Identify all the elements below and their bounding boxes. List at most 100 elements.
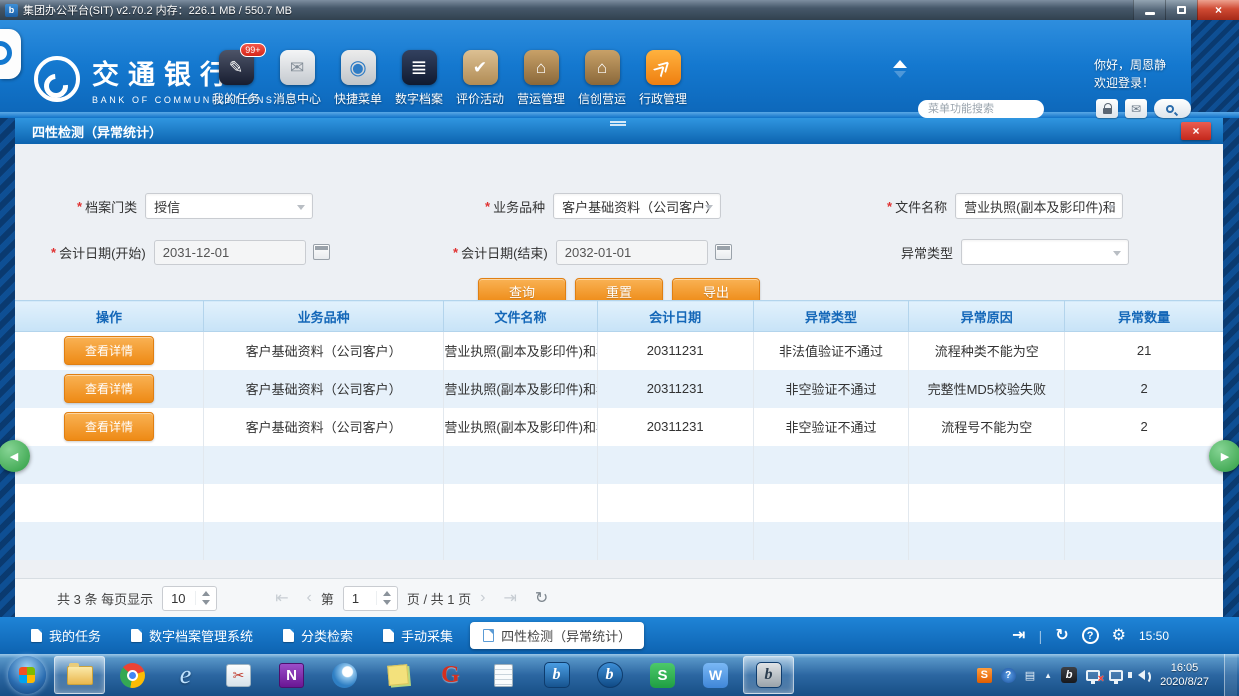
nav-item-digital-archive[interactable]: ≣ 数字档案 (395, 50, 443, 107)
window-close-button[interactable]: × (1197, 0, 1239, 20)
taskbar-w-app[interactable]: W (690, 656, 741, 694)
greeting-line1: 你好，周恩静 (1094, 56, 1166, 74)
refresh-icon[interactable]: ↻ (1055, 628, 1068, 644)
page-spin[interactable] (376, 591, 397, 605)
taskbar-sticky-notes[interactable] (372, 656, 423, 694)
view-detail-button[interactable]: 查看详情 (64, 336, 154, 365)
empty-cell (15, 522, 203, 560)
prev-page-button[interactable]: ‹ (306, 589, 311, 607)
scroll-right-button[interactable]: ▶ (1209, 440, 1239, 472)
system-clock[interactable]: 16:05 2020/8/27 (1160, 661, 1209, 689)
table-row: 查看详情 客户基础资料（公司客户） 营业执照(副本及影印件)和年> 203112… (15, 332, 1223, 370)
refresh-table-button[interactable]: ↻ (535, 588, 548, 608)
nav-item-quick-menu[interactable]: ◉ 快捷菜单 (334, 50, 382, 107)
view-detail-button[interactable]: 查看详情 (64, 412, 154, 441)
column-header-product[interactable]: 业务品种 (203, 301, 443, 332)
column-header-action[interactable]: 操作 (15, 301, 203, 332)
maximize-button[interactable] (1165, 0, 1197, 20)
file-name-select[interactable]: 营业执照(副本及影印件)和 (955, 193, 1123, 219)
column-header-date[interactable]: 会计日期 (597, 301, 753, 332)
windows-taskbar: e ✂ N G b b S W b S ? ▤ ▲ b × 16:05 2020… (0, 654, 1239, 696)
view-detail-button[interactable]: 查看详情 (64, 374, 154, 403)
taskbar-internet-explorer[interactable]: e (160, 656, 211, 694)
page-total-text: 页 / 共 1 页 (407, 589, 471, 608)
taskbar-snipping-tool[interactable]: ✂ (213, 656, 264, 694)
archive-category-select[interactable]: 授信 (145, 193, 313, 219)
onenote-icon: N (279, 663, 304, 688)
message-center-icon: ✉ (280, 50, 315, 85)
first-page-button[interactable]: ⇤ (275, 588, 288, 608)
page-number-input[interactable] (344, 591, 376, 606)
business-product-select[interactable]: 客户基础资料（公司客户） (553, 193, 721, 219)
taskbar-g-app[interactable]: G (425, 656, 476, 694)
nav-item-xinchuang-ops[interactable]: ⌂ 信创营运 (578, 50, 626, 107)
nav-collapse-toggle[interactable] (893, 60, 907, 78)
header-grip-handle[interactable] (610, 121, 626, 126)
column-header-file[interactable]: 文件名称 (444, 301, 597, 332)
column-header-type[interactable]: 异常类型 (753, 301, 909, 332)
anomaly-type-select[interactable] (961, 239, 1129, 265)
per-page-input[interactable] (163, 591, 195, 606)
taskbar-bocom-app-2[interactable]: b (584, 656, 635, 694)
lock-button[interactable] (1096, 99, 1118, 118)
calendar-icon[interactable] (313, 244, 330, 260)
taskbar-swirl-app[interactable] (319, 656, 370, 694)
display-icon[interactable] (1109, 670, 1123, 681)
network-error-icon[interactable]: × (1086, 670, 1100, 681)
user-greeting: 你好，周恩静 欢迎登录！ (1094, 56, 1166, 92)
tab-my-tasks[interactable]: 我的任务 (18, 622, 114, 649)
calendar-icon[interactable] (715, 244, 732, 260)
taskbar-s-app[interactable]: S (637, 656, 688, 694)
taskbar-bocom-app-3[interactable]: b (743, 656, 794, 694)
search-button[interactable] (1154, 99, 1191, 118)
last-page-button[interactable]: ⇥ (503, 588, 516, 608)
tab-classified-search[interactable]: 分类检索 (270, 622, 366, 649)
business-product-label: 业务品种 (493, 197, 545, 216)
minimize-button[interactable] (1133, 0, 1165, 20)
menu-search-input[interactable] (918, 100, 1044, 118)
anomaly-type-label: 异常类型 (901, 243, 953, 262)
column-header-reason[interactable]: 异常原因 (909, 301, 1065, 332)
taskbar-onenote[interactable]: N (266, 656, 317, 694)
ie-icon: e (180, 660, 192, 690)
exit-icon[interactable]: ⇥ (1012, 628, 1025, 644)
accounting-date-start-input[interactable] (154, 240, 306, 265)
notepad-icon (494, 664, 513, 687)
sticky-note-icon (387, 664, 409, 686)
gear-icon[interactable]: ⚙ (1112, 628, 1126, 644)
results-table: 操作 业务品种 文件名称 会计日期 异常类型 异常原因 异常数量 查看详情 客户… (15, 300, 1223, 560)
tray-expand-icon[interactable]: ▲ (1044, 671, 1052, 680)
taskbar-bocom-app-1[interactable]: b (531, 656, 582, 694)
help-icon[interactable]: ? (1082, 627, 1099, 644)
empty-cell (15, 446, 203, 484)
tab-manual-collection[interactable]: 手动采集 (370, 622, 466, 649)
tab-four-nature-inspection[interactable]: 四性检测（异常统计） (470, 622, 644, 649)
mail-button[interactable]: ✉ (1125, 99, 1147, 118)
column-header-count[interactable]: 异常数量 (1065, 301, 1223, 332)
volume-icon[interactable] (1138, 670, 1145, 680)
tab-digital-archive-system[interactable]: 数字档案管理系统 (118, 622, 266, 649)
nav-item-message-center[interactable]: ✉ 消息中心 (273, 50, 321, 107)
pagination-total-text: 共 3 条 每页显示 (57, 589, 153, 608)
nav-item-admin-mgmt[interactable]: ≫ 行政管理 (639, 50, 687, 107)
tray-s-icon[interactable]: S (977, 668, 992, 683)
tray-device-icon[interactable]: ▤ (1025, 669, 1035, 682)
start-button[interactable] (1, 656, 52, 694)
tray-help-icon[interactable]: ? (1001, 668, 1016, 683)
panel-close-button[interactable]: × (1181, 122, 1211, 140)
accounting-date-end-input[interactable] (556, 240, 708, 265)
nav-item-operations-mgmt[interactable]: ⌂ 营运管理 (517, 50, 565, 107)
next-page-button[interactable]: › (480, 589, 485, 607)
per-page-spin[interactable] (195, 591, 216, 605)
nav-item-my-tasks[interactable]: ✎99+ 我的任务 (212, 50, 260, 107)
show-desktop-button[interactable] (1224, 654, 1237, 696)
tray-bocom-icon[interactable]: b (1061, 667, 1077, 683)
document-icon (383, 629, 394, 642)
collapsed-sidebar-handle[interactable] (0, 29, 21, 79)
spin-up-icon (383, 591, 391, 596)
minimize-icon (1145, 12, 1155, 15)
taskbar-notepad[interactable] (478, 656, 529, 694)
taskbar-chrome[interactable] (107, 656, 158, 694)
nav-item-evaluation[interactable]: ✔ 评价活动 (456, 50, 504, 107)
taskbar-explorer[interactable] (54, 656, 105, 694)
